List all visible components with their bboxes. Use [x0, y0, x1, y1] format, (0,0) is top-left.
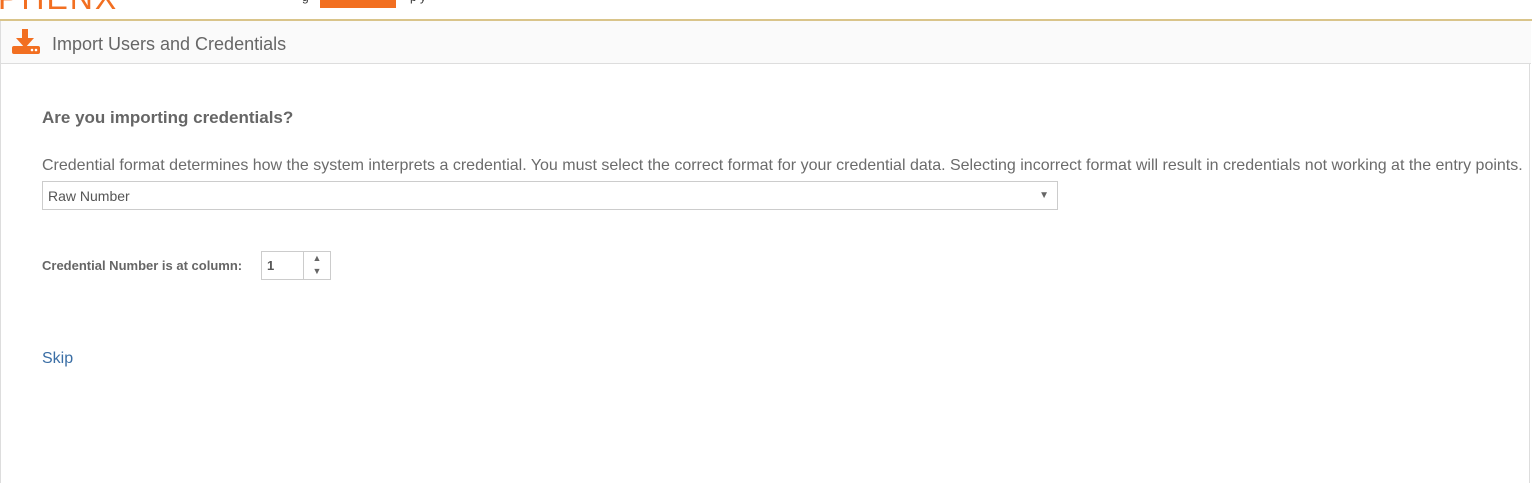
credential-format-select[interactable]: Raw Number ▼: [42, 181, 1058, 210]
credential-column-stepper[interactable]: ▲ ▼: [261, 251, 331, 280]
credential-column-label: Credential Number is at column:: [42, 258, 243, 273]
panel-header: Import Users and Credentials: [1, 21, 1531, 64]
decrement-arrow-icon[interactable]: ▼: [304, 265, 330, 278]
increment-arrow-icon[interactable]: ▲: [304, 252, 330, 265]
page-title: Import Users and Credentials: [52, 34, 287, 54]
import-credentials-question: Are you importing credentials?: [42, 108, 294, 127]
top-navigation-bar: PHENX g p y: [0, 0, 1532, 19]
nav-item-active[interactable]: [320, 0, 396, 8]
import-panel: Import Users and Credentials Are you imp…: [0, 21, 1531, 483]
brand-logo: PHENX: [0, 0, 118, 17]
credential-format-selected-value: Raw Number: [48, 188, 130, 204]
nav-item-partial-left[interactable]: g: [302, 0, 309, 4]
import-download-icon: [12, 29, 40, 54]
chevron-down-icon[interactable]: ▼: [1039, 190, 1049, 201]
nav-item-partial-right[interactable]: p y: [410, 0, 426, 4]
credential-format-description: Credential format determines how the sys…: [42, 157, 1523, 174]
skip-link[interactable]: Skip: [42, 350, 73, 368]
credential-column-input[interactable]: [262, 252, 304, 279]
